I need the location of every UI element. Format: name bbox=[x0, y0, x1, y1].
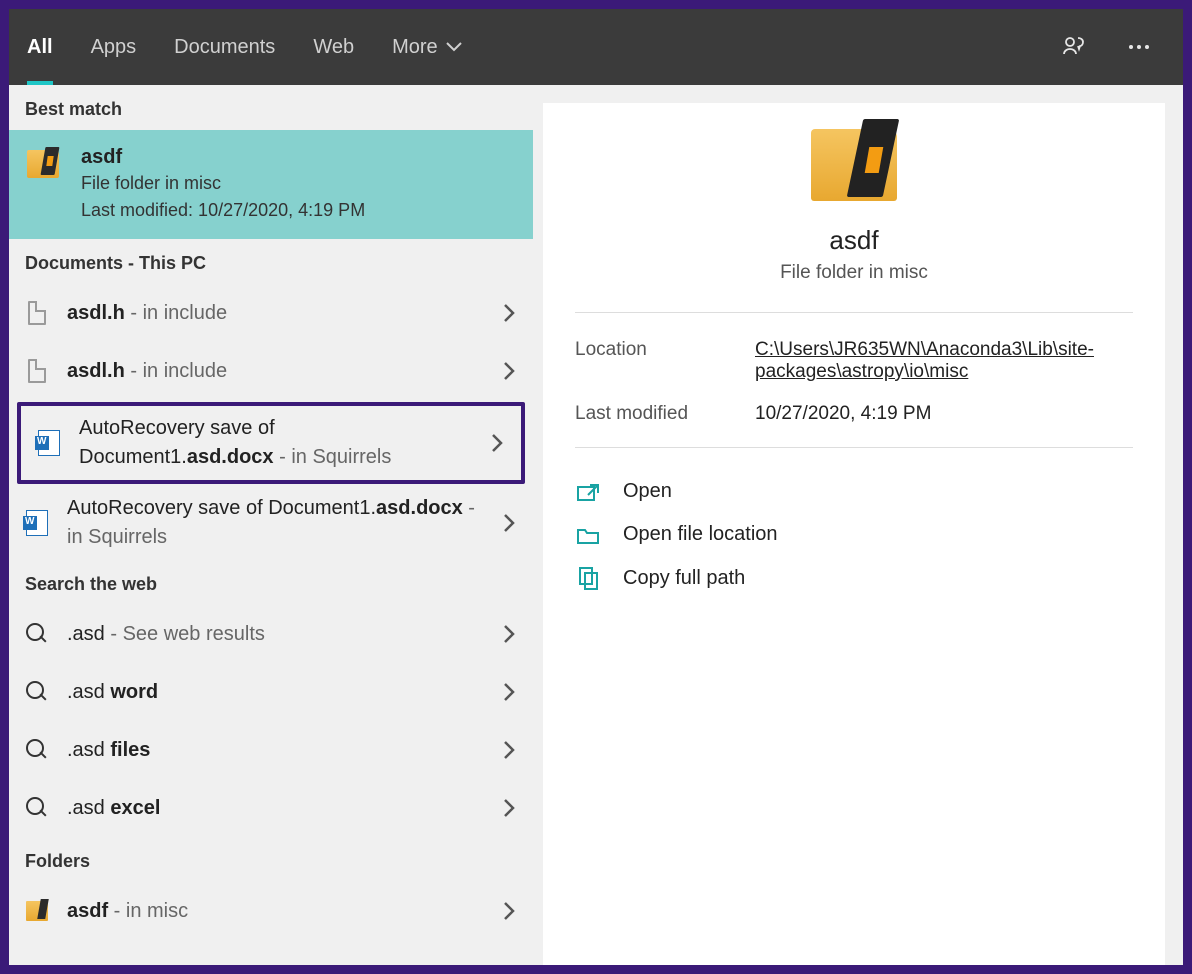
preview-actions: Open Open file location Copy full path bbox=[575, 448, 1133, 622]
preview-header: asdf File folder in misc bbox=[575, 129, 1133, 313]
web-result[interactable]: .asd word bbox=[9, 663, 533, 721]
web-bold: files bbox=[110, 739, 150, 761]
chevron-right-icon[interactable] bbox=[481, 433, 513, 453]
document-result[interactable]: AutoRecovery save of Document1.asd.docx … bbox=[9, 486, 533, 560]
preview-panel: asdf File folder in misc Location C:\Use… bbox=[543, 103, 1165, 965]
result-name-bold: asd.docx bbox=[376, 497, 463, 519]
document-result[interactable]: asdl.h - in include bbox=[9, 342, 533, 400]
web-prefix: .asd bbox=[67, 797, 110, 819]
chevron-right-icon[interactable] bbox=[493, 361, 525, 381]
section-documents: Documents - This PC bbox=[9, 239, 533, 284]
web-term: .asd bbox=[67, 623, 105, 645]
modified-label: Last modified bbox=[575, 403, 725, 425]
tab-all[interactable]: All bbox=[27, 9, 53, 85]
tab-apps[interactable]: Apps bbox=[91, 9, 137, 85]
action-open-label: Open bbox=[623, 480, 672, 503]
search-icon bbox=[23, 681, 51, 703]
folder-name: asdf bbox=[67, 900, 108, 922]
preview-subtitle: File folder in misc bbox=[780, 262, 928, 284]
tab-web[interactable]: Web bbox=[313, 9, 354, 85]
web-prefix: .asd bbox=[67, 739, 110, 761]
search-icon bbox=[23, 623, 51, 645]
modified-value: 10/27/2020, 4:19 PM bbox=[755, 403, 1133, 425]
copy-icon bbox=[575, 566, 601, 590]
open-icon bbox=[575, 481, 601, 503]
action-copy-path[interactable]: Copy full path bbox=[575, 556, 1133, 600]
folder-location: - in misc bbox=[108, 900, 188, 922]
preview-column: asdf File folder in misc Location C:\Use… bbox=[533, 85, 1183, 965]
chevron-right-icon[interactable] bbox=[493, 513, 525, 533]
chevron-right-icon[interactable] bbox=[493, 901, 525, 921]
result-location: - in include bbox=[125, 360, 227, 382]
best-match-title: asdf bbox=[81, 146, 515, 169]
content-area: Best match asdf File folder in misc Last… bbox=[9, 85, 1183, 965]
chevron-right-icon[interactable] bbox=[493, 303, 525, 323]
document-result-highlighted[interactable]: AutoRecovery save of Document1.asd.docx … bbox=[17, 402, 525, 484]
tab-more-label: More bbox=[392, 36, 438, 59]
best-match-modified: Last modified: 10/27/2020, 4:19 PM bbox=[81, 200, 515, 221]
web-result[interactable]: .asd - See web results bbox=[9, 605, 533, 663]
search-icon bbox=[23, 797, 51, 819]
document-result[interactable]: asdl.h - in include bbox=[9, 284, 533, 342]
web-prefix: .asd bbox=[67, 681, 110, 703]
web-suffix: - See web results bbox=[105, 623, 265, 645]
location-value[interactable]: C:\Users\JR635WN\Anaconda3\Lib\site-pack… bbox=[755, 339, 1133, 383]
web-bold: word bbox=[110, 681, 158, 703]
tab-documents[interactable]: Documents bbox=[174, 9, 275, 85]
web-result[interactable]: .asd excel bbox=[9, 779, 533, 837]
action-copy-path-label: Copy full path bbox=[623, 567, 745, 590]
chevron-right-icon[interactable] bbox=[493, 798, 525, 818]
top-bar: All Apps Documents Web More bbox=[9, 9, 1183, 85]
file-icon bbox=[23, 359, 51, 383]
preview-title: asdf bbox=[829, 225, 878, 256]
folder-open-icon bbox=[575, 524, 601, 546]
more-options-icon[interactable] bbox=[1127, 43, 1151, 51]
chevron-down-icon bbox=[446, 42, 462, 52]
section-search-web: Search the web bbox=[9, 560, 533, 605]
folder-icon-large bbox=[811, 129, 897, 201]
action-open[interactable]: Open bbox=[575, 470, 1133, 513]
word-doc-icon bbox=[23, 510, 51, 536]
word-doc-icon bbox=[35, 430, 63, 456]
location-label: Location bbox=[575, 339, 725, 361]
result-name: asdl.h bbox=[67, 360, 125, 382]
result-name: asdl.h bbox=[67, 302, 125, 324]
result-name-bold: asd.docx bbox=[187, 446, 274, 468]
file-icon bbox=[23, 301, 51, 325]
best-match-subtitle: File folder in misc bbox=[81, 173, 515, 194]
result-location: - in Squirrels bbox=[274, 446, 392, 468]
chevron-right-icon[interactable] bbox=[493, 740, 525, 760]
section-folders: Folders bbox=[9, 837, 533, 882]
preview-metadata: Location C:\Users\JR635WN\Anaconda3\Lib\… bbox=[575, 313, 1133, 448]
action-open-location-label: Open file location bbox=[623, 523, 778, 546]
tab-more[interactable]: More bbox=[392, 9, 462, 85]
result-name-prefix: AutoRecovery save of Document1. bbox=[67, 497, 376, 519]
web-bold: excel bbox=[110, 797, 160, 819]
chevron-right-icon[interactable] bbox=[493, 624, 525, 644]
search-window: All Apps Documents Web More bbox=[8, 8, 1184, 966]
top-right-controls bbox=[1061, 34, 1165, 60]
meta-row-modified: Last modified 10/27/2020, 4:19 PM bbox=[575, 403, 1133, 425]
chevron-right-icon[interactable] bbox=[493, 682, 525, 702]
results-column: Best match asdf File folder in misc Last… bbox=[9, 85, 533, 965]
folder-icon bbox=[23, 901, 51, 921]
folder-result[interactable]: asdf - in misc bbox=[9, 882, 533, 940]
result-location: - in include bbox=[125, 302, 227, 324]
action-open-location[interactable]: Open file location bbox=[575, 513, 1133, 556]
search-icon bbox=[23, 739, 51, 761]
feedback-icon[interactable] bbox=[1061, 34, 1087, 60]
best-match-result[interactable]: asdf File folder in misc Last modified: … bbox=[9, 130, 533, 239]
meta-row-location: Location C:\Users\JR635WN\Anaconda3\Lib\… bbox=[575, 339, 1133, 383]
section-best-match: Best match bbox=[9, 85, 533, 130]
folder-icon bbox=[27, 146, 63, 221]
web-result[interactable]: .asd files bbox=[9, 721, 533, 779]
filter-tabs: All Apps Documents Web More bbox=[27, 9, 462, 85]
